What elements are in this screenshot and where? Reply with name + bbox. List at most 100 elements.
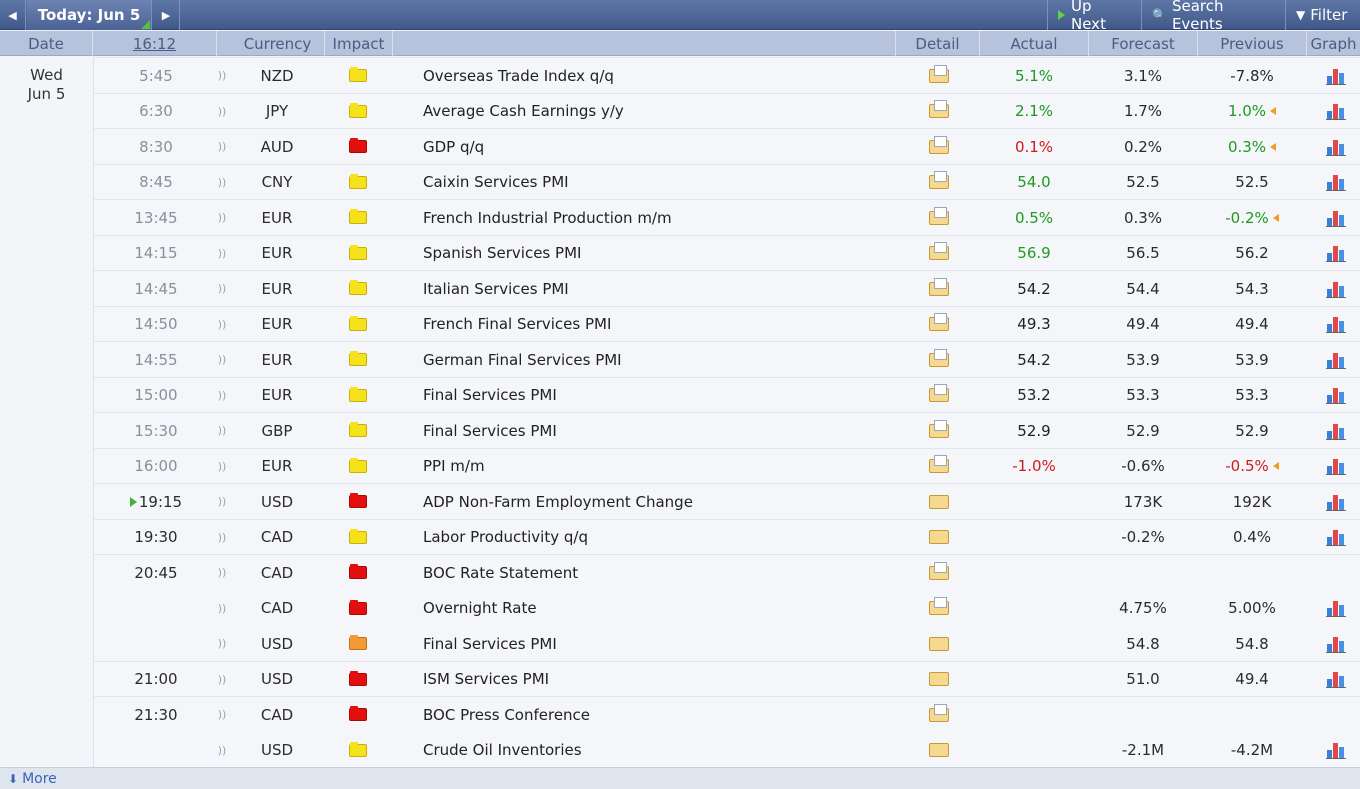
graph-cell[interactable] <box>1318 129 1354 164</box>
sound-icon[interactable]: )) <box>216 413 228 448</box>
table-row[interactable]: 15:30)) GBP Final Services PMI 52.9 52.9 52.9 <box>94 412 1360 448</box>
graph-cell[interactable] <box>1318 307 1354 342</box>
sound-icon[interactable]: )) <box>216 200 228 235</box>
revised-indicator-icon[interactable] <box>1270 142 1277 151</box>
event-title[interactable]: Overnight Rate <box>423 591 903 626</box>
previous-day-button[interactable]: ◀ <box>0 0 26 30</box>
detail-cell[interactable] <box>921 662 957 697</box>
detail-cell[interactable] <box>921 94 957 129</box>
sound-icon[interactable]: )) <box>216 520 228 555</box>
detail-cell[interactable] <box>921 342 957 377</box>
graph-cell[interactable] <box>1318 733 1354 768</box>
table-row[interactable]: 14:45)) EUR Italian Services PMI 54.2 54.4 54… <box>94 270 1360 306</box>
event-title[interactable]: Labor Productivity q/q <box>423 520 903 555</box>
detail-cell[interactable] <box>921 555 957 590</box>
sound-icon[interactable]: )) <box>216 165 228 200</box>
graph-cell[interactable] <box>1318 200 1354 235</box>
impact-cell[interactable] <box>338 165 378 200</box>
impact-cell[interactable] <box>338 58 378 93</box>
table-row[interactable]: 19:30)) CAD Labor Productivity q/q -0.2% 0.4… <box>94 518 1360 555</box>
event-title[interactable]: Crude Oil Inventories <box>423 733 903 768</box>
graph-cell[interactable] <box>1318 591 1354 626</box>
table-row[interactable]: 21:30)) CAD BOC Press Conference <box>94 696 1360 732</box>
detail-cell[interactable] <box>921 58 957 93</box>
event-title[interactable]: Italian Services PMI <box>423 271 903 306</box>
detail-cell[interactable] <box>921 236 957 271</box>
detail-cell[interactable] <box>921 200 957 235</box>
event-title[interactable]: French Final Services PMI <box>423 307 903 342</box>
impact-cell[interactable] <box>338 591 378 626</box>
event-title[interactable]: PPI m/m <box>423 449 903 484</box>
today-button[interactable]: Today: Jun 5 <box>27 0 152 30</box>
event-title[interactable]: Caixin Services PMI <box>423 165 903 200</box>
sound-icon[interactable]: )) <box>216 697 228 732</box>
graph-cell[interactable] <box>1318 449 1354 484</box>
table-row[interactable]: 21:00)) USD ISM Services PMI 51.0 49.4 <box>94 660 1360 697</box>
graph-cell[interactable] <box>1318 58 1354 93</box>
sound-icon[interactable]: )) <box>216 484 228 519</box>
impact-cell[interactable] <box>338 520 378 555</box>
graph-cell[interactable] <box>1318 555 1354 590</box>
impact-cell[interactable] <box>338 378 378 413</box>
more-link[interactable]: ⬇ More <box>0 767 1360 789</box>
search-events-button[interactable]: 🔍 Search Events <box>1141 0 1284 33</box>
event-title[interactable]: BOC Rate Statement <box>423 555 903 590</box>
impact-cell[interactable] <box>338 94 378 129</box>
event-title[interactable]: ADP Non-Farm Employment Change <box>423 484 903 519</box>
impact-cell[interactable] <box>338 271 378 306</box>
table-row[interactable]: 14:55)) EUR German Final Services PMI 54.2 5… <box>94 341 1360 377</box>
table-row[interactable]: )) CAD Overnight Rate 4.75% 5.00% <box>94 589 1360 626</box>
table-row[interactable]: )) USD Final Services PMI 54.8 54.8 <box>94 625 1360 661</box>
next-day-button[interactable]: ▶ <box>153 0 180 30</box>
table-row[interactable]: 20:45)) CAD BOC Rate Statement <box>94 554 1360 590</box>
event-title[interactable]: ISM Services PMI <box>423 662 903 697</box>
current-time-link[interactable]: 16:12 <box>93 31 217 56</box>
graph-cell[interactable] <box>1318 165 1354 200</box>
detail-cell[interactable] <box>921 484 957 519</box>
graph-cell[interactable] <box>1318 520 1354 555</box>
impact-cell[interactable] <box>338 733 378 768</box>
impact-cell[interactable] <box>338 413 378 448</box>
table-row[interactable]: 6:30)) JPY Average Cash Earnings y/y 2.1% 1.… <box>94 92 1360 129</box>
sound-icon[interactable]: )) <box>216 555 228 590</box>
impact-cell[interactable] <box>338 307 378 342</box>
event-title[interactable]: Final Services PMI <box>423 626 903 661</box>
event-title[interactable]: BOC Press Conference <box>423 697 903 732</box>
sound-icon[interactable]: )) <box>216 94 228 129</box>
impact-cell[interactable] <box>338 484 378 519</box>
event-title[interactable]: Final Services PMI <box>423 413 903 448</box>
graph-cell[interactable] <box>1318 342 1354 377</box>
table-row[interactable]: 14:15)) EUR Spanish Services PMI 56.9 56.5 56… <box>94 234 1360 271</box>
sound-icon[interactable]: )) <box>216 662 228 697</box>
sound-icon[interactable]: )) <box>216 58 228 93</box>
impact-cell[interactable] <box>338 449 378 484</box>
sound-icon[interactable]: )) <box>216 626 228 661</box>
impact-cell[interactable] <box>338 342 378 377</box>
graph-cell[interactable] <box>1318 697 1354 732</box>
sound-icon[interactable]: )) <box>216 378 228 413</box>
graph-cell[interactable] <box>1318 626 1354 661</box>
impact-cell[interactable] <box>338 626 378 661</box>
table-row[interactable]: 5:45)) NZD Overseas Trade Index q/q 5.1% 3.1… <box>94 57 1360 93</box>
sound-icon[interactable]: )) <box>216 733 228 768</box>
impact-cell[interactable] <box>338 129 378 164</box>
detail-cell[interactable] <box>921 165 957 200</box>
table-row[interactable]: 16:00)) EUR PPI m/m -1.0% -0.6% -0.5% <box>94 447 1360 484</box>
detail-cell[interactable] <box>921 307 957 342</box>
event-title[interactable]: Spanish Services PMI <box>423 236 903 271</box>
event-title[interactable]: GDP q/q <box>423 129 903 164</box>
sound-icon[interactable]: )) <box>216 236 228 271</box>
sound-icon[interactable]: )) <box>216 271 228 306</box>
detail-cell[interactable] <box>921 413 957 448</box>
detail-cell[interactable] <box>921 591 957 626</box>
table-row[interactable]: 8:30)) AUD GDP q/q 0.1% 0.2% 0.3% <box>94 128 1360 164</box>
detail-cell[interactable] <box>921 271 957 306</box>
impact-cell[interactable] <box>338 200 378 235</box>
event-title[interactable]: French Industrial Production m/m <box>423 200 903 235</box>
detail-cell[interactable] <box>921 626 957 661</box>
detail-cell[interactable] <box>921 697 957 732</box>
event-title[interactable]: Final Services PMI <box>423 378 903 413</box>
detail-cell[interactable] <box>921 733 957 768</box>
event-title[interactable]: Average Cash Earnings y/y <box>423 94 903 129</box>
graph-cell[interactable] <box>1318 413 1354 448</box>
